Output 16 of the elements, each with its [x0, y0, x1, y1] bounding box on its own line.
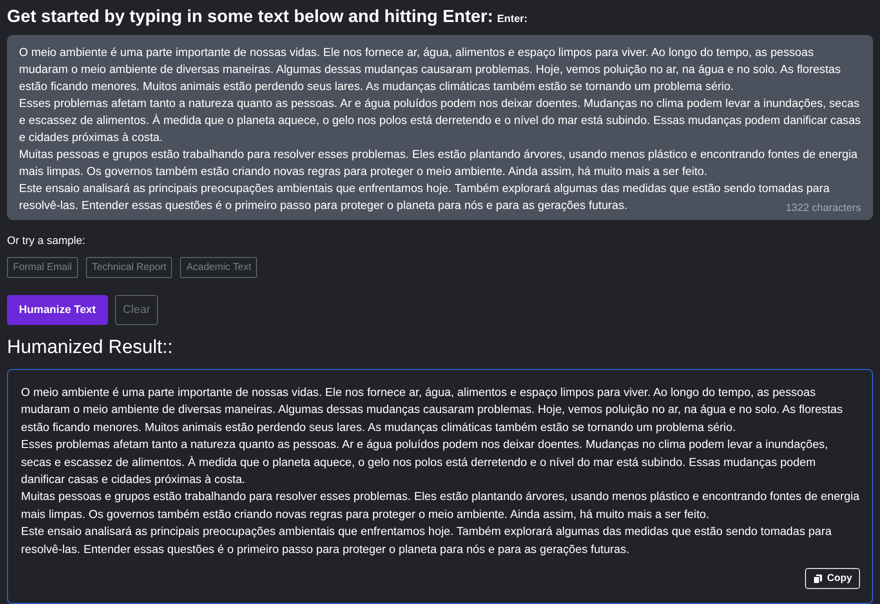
- sample-button[interactable]: Academic Text: [180, 257, 258, 278]
- enter-hint: Enter:: [497, 13, 528, 25]
- sample-button[interactable]: Formal Email: [7, 257, 78, 278]
- text-input-field[interactable]: O meio ambiente é uma parte importante de nossas vidas. Ele nos fornece ar, água, alimentos e espaço limpos para viver. Ao longo do tempo, as pessoas mudaram o meio ambiente de diversas maneiras. Algumas dessas mudanças causaram problemas. Hoje, vemos poluição no ar, na água e no solo. As florestas estão ficando menores. Muitos animais estão perdendo seus lares. As mudanças climáticas também estão se tornando um problema sério. Esses problemas afetam tanto a natureza quanto as pessoas. Ar e água poluídos podem nos deixar doentes. Mudanças no clima podem levar a inundações, secas e escassez de alimentos. À medida que o planeta aquece, o gelo nos polos está derretendo e o nível do mar está subindo. Essas mudanças podem danificar casas e cidades próximas à costa. Muitas pessoas e grupos estão trabalhando para resolver esses problemas. Eles estão plantando árvores, usando menos plástico e encontrando fontes de energia mais limpas. Os governos também estão criando novas regras para proteger o meio ambiente. Ainda assim, há muito mais a ser feito. Este ensaio analisará as principais preocupações ambientais que enfrentamos hoje. Também explorará algumas das medidas que estão sendo tomadas para resolvê-las. Entender essas questões é o primeiro passo para proteger o planeta para nós e para as gerações futuras. 1322 characters: [7, 35, 873, 220]
- sample-button[interactable]: Technical Report: [86, 257, 172, 278]
- result-paragraph: O meio ambiente é uma parte importante de nossas vidas. Ele nos fornece ar, água, alimentos e espaço limpos para viver. Ao longo do tempo, as pessoas mudaram o meio ambiente de diversas maneiras. Algumas dessas mudanças causaram problemas. Hoje, vemos poluição no ar, na água e no solo. As florestas estão ficando menores. Muitos animais estão perdendo seus lares. As mudanças climáticas também estão se tornando um problema sério.: [20, 385, 844, 436]
- humanize-button[interactable]: Humanize Text: [7, 295, 108, 325]
- copy-icon: [813, 574, 823, 584]
- page-heading: Get started by typing in some text below and hitting Enter:: [7, 5, 494, 27]
- sample-label: Or try a sample:: [7, 235, 86, 247]
- result-paragraph: Este ensaio analisará as principais preocupações ambientais que enfrentamos hoje. Também explorará algumas das medidas que estão sendo tomadas para resolvê-las. Entender essas questões é o primeiro passo para proteger o planeta para nós e para as gerações futuras.: [20, 524, 833, 558]
- result-heading: Humanized Result::: [7, 337, 174, 359]
- result-paragraph: Muitas pessoas e grupos estão trabalhando para resolver esses problemas. Eles estão plantando árvores, usando menos plástico e encontrando fontes de energia mais limpas. Os governos também estão criando novas regras para proteger o meio ambiente. Ainda assim, há muito mais a ser feito.: [20, 489, 860, 523]
- clear-button[interactable]: Clear: [114, 295, 158, 325]
- result-paragraph: Esses problemas afetam tanto a natureza quanto as pessoas. Ar e água poluídos podem nos deixar doentes. Mudanças no clima podem levar a inundações, secas e escassez de alimentos. À medida que o planeta aquece, o gelo nos polos está derretendo e o nível do mar está subindo. Essas mudanças podem danificar casas e cidades próximas à costa.: [20, 437, 829, 488]
- copy-button[interactable]: Copy: [805, 568, 860, 590]
